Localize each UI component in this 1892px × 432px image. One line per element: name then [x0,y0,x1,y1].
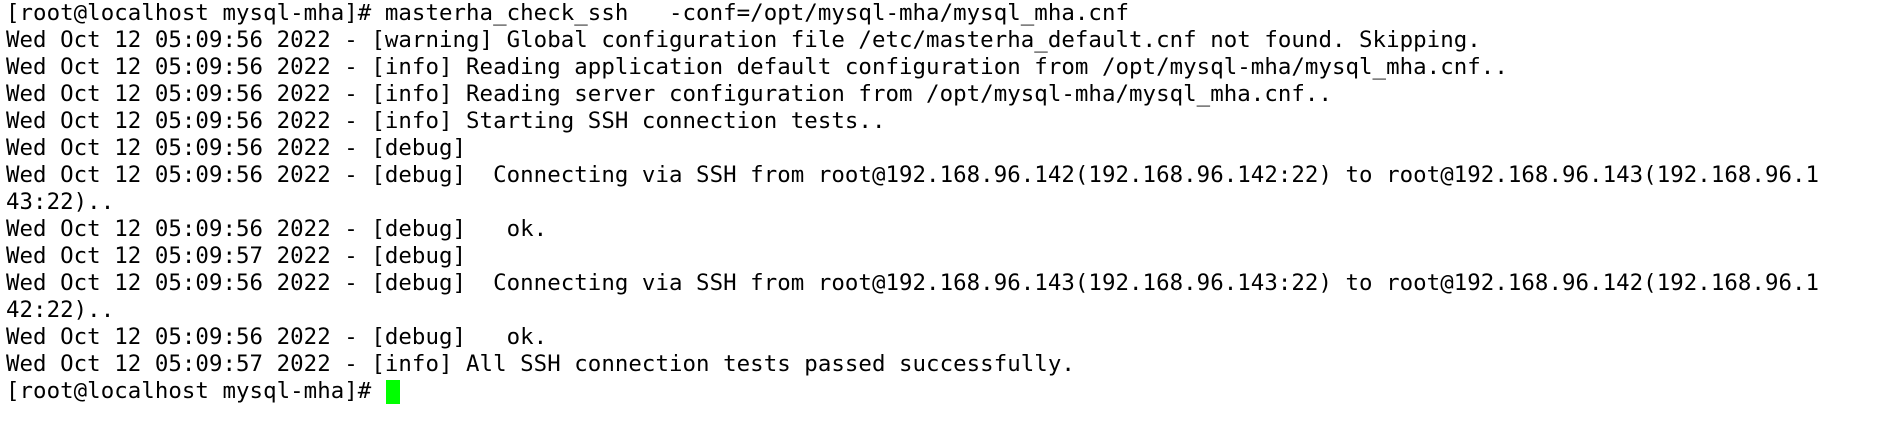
terminal-line: Wed Oct 12 05:09:56 2022 - [debug] ok. [6,324,548,350]
terminal-line: Wed Oct 12 05:09:56 2022 - [debug] ok. [6,216,548,242]
terminal-prompt-line[interactable]: [root@localhost mysql-mha]# [6,378,1886,405]
terminal-line: Wed Oct 12 05:09:56 2022 - [debug] [6,135,467,161]
terminal-line: 43:22).. [6,189,115,215]
terminal-line: Wed Oct 12 05:09:56 2022 - [debug] Conne… [6,162,1820,188]
terminal-prompt: [root@localhost mysql-mha]# [6,378,385,404]
terminal-window[interactable]: [root@localhost mysql-mha]# masterha_che… [0,0,1892,432]
terminal-line: [root@localhost mysql-mha]# masterha_che… [6,0,1130,26]
terminal-line: Wed Oct 12 05:09:56 2022 - [info] Readin… [6,81,1332,107]
terminal-line: Wed Oct 12 05:09:56 2022 - [info] Starti… [6,108,886,134]
terminal-line: Wed Oct 12 05:09:57 2022 - [debug] [6,243,467,269]
terminal-cursor [385,379,400,404]
terminal-line: Wed Oct 12 05:09:56 2022 - [warning] Glo… [6,27,1481,53]
terminal-line: Wed Oct 12 05:09:57 2022 - [info] All SS… [6,351,1075,377]
terminal-line: 42:22).. [6,297,115,323]
terminal-line: Wed Oct 12 05:09:56 2022 - [debug] Conne… [6,270,1820,296]
terminal-line: Wed Oct 12 05:09:56 2022 - [info] Readin… [6,54,1508,80]
